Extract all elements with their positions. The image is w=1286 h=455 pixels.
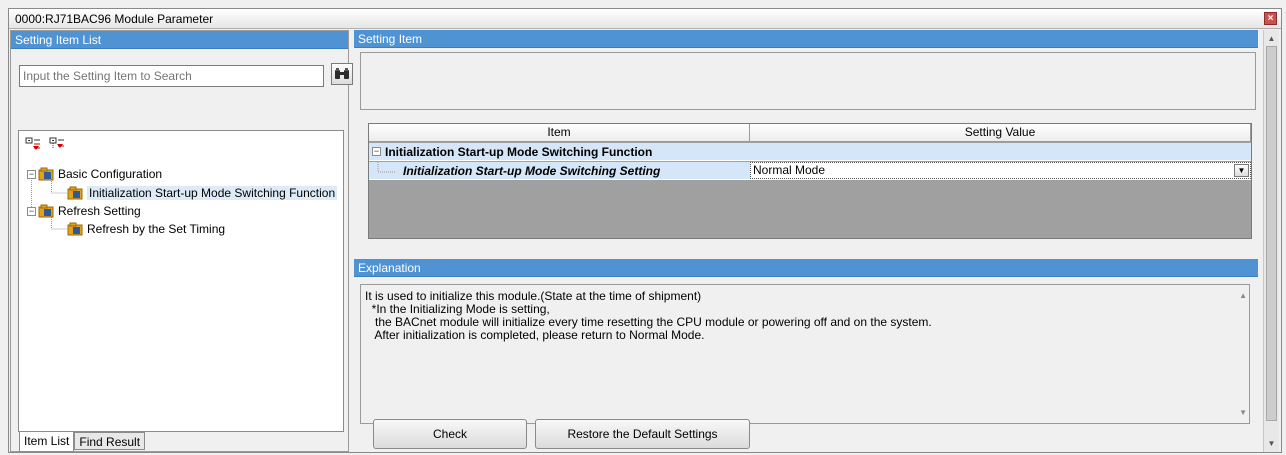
- setting-grid: Item Setting Value − Initialization Star…: [368, 123, 1252, 239]
- grid-row-setting[interactable]: Initialization Start-up Mode Switching S…: [369, 161, 1251, 180]
- main-vertical-scrollbar[interactable]: ▲ ▼: [1263, 30, 1279, 452]
- dropdown-value: Normal Mode: [753, 163, 826, 177]
- folder-book-icon: [38, 167, 54, 181]
- grid-header: Item Setting Value: [369, 124, 1251, 142]
- title-bar: 0000:RJ71BAC96 Module Parameter ×: [9, 9, 1281, 29]
- grid-cell-value: Normal Mode ▼: [750, 162, 1251, 179]
- setting-item-description-area: [360, 52, 1256, 110]
- grid-item-label: Initialization Start-up Mode Switching F…: [385, 144, 653, 159]
- tree-node-label: Basic Configuration: [58, 167, 163, 181]
- column-header-item[interactable]: Item: [369, 124, 750, 141]
- tree-node-initialization-startup-mode[interactable]: Initialization Start-up Mode Switching F…: [67, 186, 338, 200]
- grid-cell-value: [750, 143, 1251, 160]
- tree-node-label: Refresh Setting: [58, 204, 141, 218]
- window-title: 0000:RJ71BAC96 Module Parameter: [15, 12, 214, 26]
- explanation-header: Explanation: [354, 259, 1258, 277]
- left-tabs: Item List Find Result: [19, 432, 146, 452]
- grid-cell-item: − Initialization Start-up Mode Switching…: [369, 143, 750, 160]
- collapse-icon[interactable]: −: [27, 169, 36, 179]
- scroll-up-icon[interactable]: ▲: [1264, 34, 1279, 43]
- search-input[interactable]: [19, 65, 324, 87]
- setting-item-header: Setting Item: [354, 30, 1258, 48]
- grid-row-group[interactable]: − Initialization Start-up Mode Switching…: [369, 143, 1251, 161]
- scroll-up-icon[interactable]: ▲: [1239, 289, 1247, 302]
- folder-book-icon: [67, 222, 83, 236]
- setting-tree: − Basic Configuration Initialization Sta…: [18, 130, 344, 432]
- tree-node-label: Initialization Start-up Mode Switching F…: [87, 186, 338, 200]
- setting-item-panel: Setting Item Item Setting Value − Initia…: [354, 30, 1258, 452]
- folder-book-icon: [67, 186, 83, 200]
- setting-item-list-header: Setting Item List: [11, 31, 348, 49]
- tab-item-list[interactable]: Item List: [19, 432, 75, 452]
- tree-node-label: Refresh by the Set Timing: [87, 222, 226, 236]
- grid-item-label: Initialization Start-up Mode Switching S…: [403, 163, 661, 178]
- collapse-icon[interactable]: −: [372, 147, 381, 156]
- tab-find-result[interactable]: Find Result: [74, 432, 146, 450]
- tree-node-refresh-setting[interactable]: − Refresh Setting: [27, 204, 141, 218]
- grid-cell-item: Initialization Start-up Mode Switching S…: [369, 161, 750, 179]
- close-icon[interactable]: ×: [1264, 12, 1277, 25]
- tree-node-refresh-by-set-timing[interactable]: Refresh by the Set Timing: [67, 222, 225, 236]
- setting-item-list-panel: Setting Item List Input the Setting Item…: [10, 30, 353, 452]
- setting-value-dropdown[interactable]: Normal Mode ▼: [750, 162, 1251, 179]
- folder-book-icon: [38, 204, 54, 218]
- scroll-down-icon[interactable]: ▼: [1239, 406, 1247, 419]
- binoculars-icon[interactable]: [331, 63, 353, 85]
- module-parameter-window: 0000:RJ71BAC96 Module Parameter × Settin…: [8, 8, 1282, 453]
- column-header-setting-value[interactable]: Setting Value: [750, 124, 1251, 141]
- explanation-text-area: It is used to initialize this module.(St…: [360, 284, 1250, 424]
- check-button[interactable]: Check: [373, 419, 527, 449]
- tree-node-basic-configuration[interactable]: − Basic Configuration: [27, 167, 162, 181]
- collapse-icon[interactable]: −: [27, 206, 36, 216]
- explanation-line: After initialization is completed, pleas…: [365, 328, 705, 342]
- restore-default-settings-button[interactable]: Restore the Default Settings: [535, 419, 750, 449]
- scroll-down-icon[interactable]: ▼: [1264, 439, 1279, 448]
- tree-connector: [377, 161, 395, 172]
- scrollbar-thumb[interactable]: [1266, 46, 1277, 421]
- chevron-down-icon[interactable]: ▼: [1234, 164, 1249, 177]
